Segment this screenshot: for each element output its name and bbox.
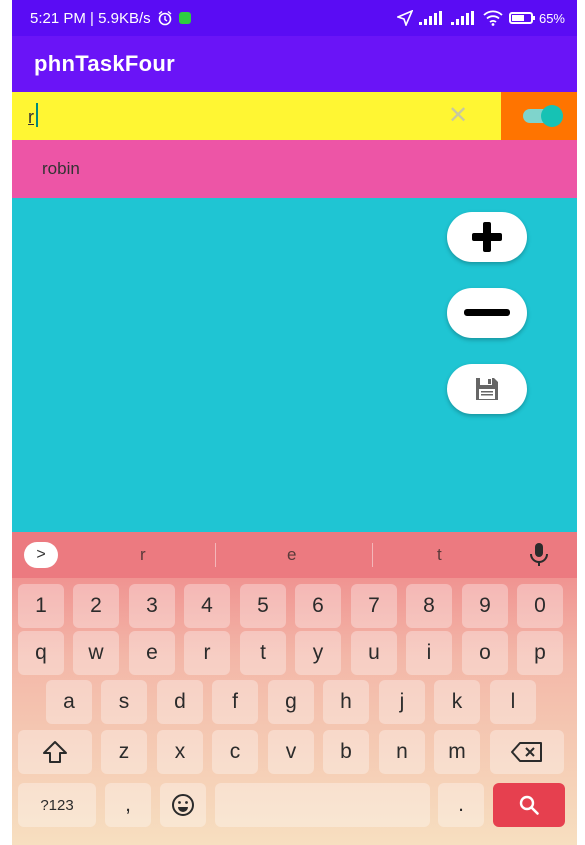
- suggestion-2[interactable]: e: [287, 545, 296, 565]
- key-6[interactable]: 6: [295, 584, 341, 628]
- key-u[interactable]: u: [351, 631, 397, 675]
- key-k[interactable]: k: [434, 680, 480, 724]
- key-a[interactable]: a: [46, 680, 92, 724]
- shift-icon: [43, 741, 67, 763]
- key-r[interactable]: r: [184, 631, 230, 675]
- search-key[interactable]: [493, 783, 565, 827]
- key-o[interactable]: o: [462, 631, 508, 675]
- battery-fill: [511, 15, 524, 21]
- app-title: phnTaskFour: [34, 51, 176, 76]
- key-0[interactable]: 0: [517, 584, 563, 628]
- status-bar: 5:21 PM | 5.9KB/s 65%: [12, 0, 577, 36]
- key-q[interactable]: q: [18, 631, 64, 675]
- close-icon[interactable]: ✕: [448, 102, 468, 130]
- shift-key[interactable]: [18, 730, 92, 774]
- key-d[interactable]: d: [157, 680, 203, 724]
- search-icon: [519, 795, 539, 815]
- suggestion-divider: [372, 543, 373, 567]
- key-s[interactable]: s: [101, 680, 147, 724]
- toggle-container: [501, 92, 577, 140]
- backspace-icon: [511, 742, 542, 762]
- key-9[interactable]: 9: [462, 584, 508, 628]
- emoji-key[interactable]: [160, 783, 206, 827]
- app-notification-icon: [178, 12, 191, 24]
- key-8[interactable]: 8: [406, 584, 452, 628]
- wifi-icon: [483, 10, 503, 26]
- suggestion-3[interactable]: t: [437, 545, 442, 565]
- key-n[interactable]: n: [379, 730, 425, 774]
- key-2[interactable]: 2: [73, 584, 119, 628]
- suggestion-bar: > r e t: [12, 532, 577, 578]
- comma-key[interactable]: ,: [105, 783, 151, 827]
- microphone-icon[interactable]: [528, 542, 550, 568]
- content-area: [12, 198, 577, 532]
- key-l[interactable]: l: [490, 680, 536, 724]
- key-x[interactable]: x: [157, 730, 203, 774]
- expand-suggestions-button[interactable]: >: [24, 542, 58, 568]
- app-bar: phnTaskFour: [12, 36, 577, 92]
- plus-icon: [472, 222, 502, 252]
- key-m[interactable]: m: [434, 730, 480, 774]
- list-item[interactable]: robin: [12, 140, 577, 198]
- search-input[interactable]: [26, 102, 430, 132]
- save-button[interactable]: [447, 364, 527, 414]
- period-key[interactable]: .: [438, 783, 484, 827]
- symbols-key[interactable]: ?123: [18, 783, 96, 827]
- key-t[interactable]: t: [240, 631, 286, 675]
- key-p[interactable]: p: [517, 631, 563, 675]
- key-4[interactable]: 4: [184, 584, 230, 628]
- backspace-key[interactable]: [490, 730, 564, 774]
- key-h[interactable]: h: [323, 680, 369, 724]
- remove-button[interactable]: [447, 288, 527, 338]
- key-c[interactable]: c: [212, 730, 258, 774]
- text-cursor: [36, 103, 38, 127]
- battery-icon: [508, 12, 535, 24]
- search-row: ✕: [12, 92, 577, 140]
- key-f[interactable]: f: [212, 680, 258, 724]
- minus-icon: [464, 309, 510, 316]
- list-item-label: robin: [42, 159, 80, 178]
- location-arrow-icon: [396, 10, 413, 26]
- battery-percent: 65%: [538, 10, 565, 26]
- key-i[interactable]: i: [406, 631, 452, 675]
- key-e[interactable]: e: [129, 631, 175, 675]
- key-3[interactable]: 3: [129, 584, 175, 628]
- status-time-speed: 5:21 PM | 5.9KB/s: [30, 9, 151, 27]
- key-7[interactable]: 7: [351, 584, 397, 628]
- signal-icon-2: [450, 11, 474, 25]
- key-5[interactable]: 5: [240, 584, 286, 628]
- toggle-switch-thumb[interactable]: [541, 105, 563, 127]
- floppy-disk-icon: [476, 378, 498, 400]
- key-z[interactable]: z: [101, 730, 147, 774]
- keyboard: > r e t 1 2 3 4 5 6 7 8 9 0 q w e r t y …: [12, 532, 577, 845]
- suggestion-1[interactable]: r: [140, 545, 146, 565]
- key-1[interactable]: 1: [18, 584, 64, 628]
- signal-icon: [418, 11, 442, 25]
- key-w[interactable]: w: [73, 631, 119, 675]
- chevron-right-icon: >: [36, 546, 46, 563]
- emoji-icon: [172, 794, 194, 816]
- space-key[interactable]: [215, 783, 430, 827]
- key-y[interactable]: y: [295, 631, 341, 675]
- key-b[interactable]: b: [323, 730, 369, 774]
- add-button[interactable]: [447, 212, 527, 262]
- search-box: ✕: [12, 92, 501, 140]
- suggestion-divider: [215, 543, 216, 567]
- key-g[interactable]: g: [268, 680, 314, 724]
- screen: 5:21 PM | 5.9KB/s 65% phnTaskFour ✕ robi…: [12, 0, 577, 845]
- alarm-icon: [158, 10, 172, 26]
- key-j[interactable]: j: [379, 680, 425, 724]
- key-v[interactable]: v: [268, 730, 314, 774]
